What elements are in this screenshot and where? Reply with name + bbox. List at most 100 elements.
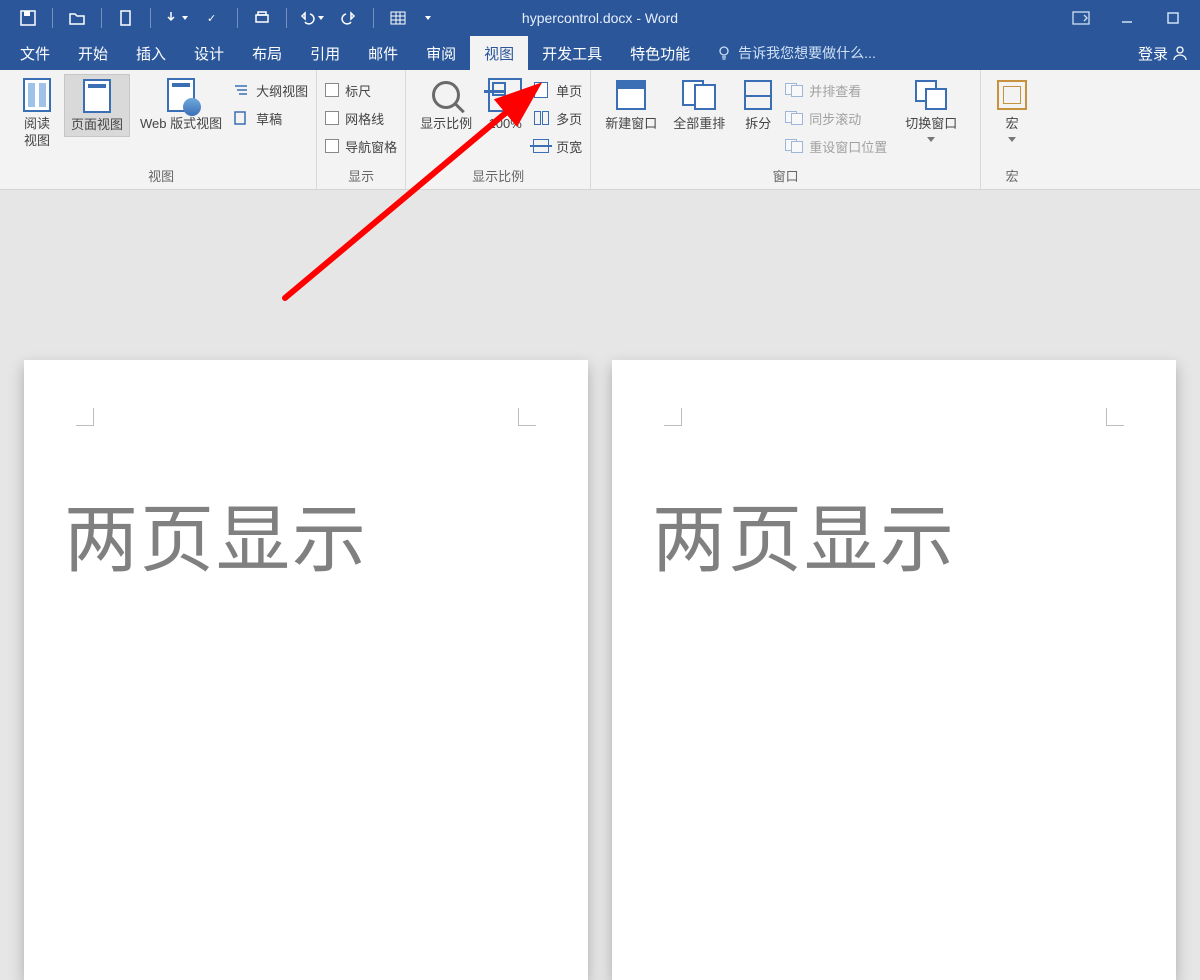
crop-mark-icon — [664, 408, 682, 426]
switch-windows-button[interactable]: 切换窗口 — [899, 74, 963, 144]
ribbon: 阅读 视图 页面视图 Web 版式视图 大纲视图 草稿 视图 标尺 网格线 导航… — [0, 70, 1200, 190]
svg-text:✓: ✓ — [207, 13, 216, 25]
gridlines-checkbox[interactable]: 网格线 — [325, 106, 397, 130]
user-icon — [1172, 45, 1188, 61]
tab-special[interactable]: 特色功能 — [616, 36, 704, 70]
insert-table-button[interactable] — [380, 0, 416, 36]
group-zoom: 显示比例 100% 单页 多页 页宽 显示比例 — [406, 70, 591, 189]
group-show: 标尺 网格线 导航窗格 显示 — [317, 70, 406, 189]
sync-scroll-button[interactable]: 同步滚动 — [785, 106, 895, 130]
page-1[interactable]: 两页显示 — [24, 360, 588, 980]
outline-icon — [232, 82, 250, 98]
arrange-all-button[interactable]: 全部重排 — [667, 74, 731, 135]
group-macros-label: 宏 — [989, 164, 1035, 189]
print-layout-button[interactable]: 页面视图 — [64, 74, 130, 137]
multi-page-icon — [532, 110, 550, 126]
web-layout-icon — [164, 76, 198, 114]
reset-window-icon — [785, 138, 803, 154]
one-page-button[interactable]: 单页 — [532, 78, 582, 102]
page-width-button[interactable]: 页宽 — [532, 134, 582, 158]
new-window-button[interactable]: 新建窗口 — [599, 74, 663, 135]
zoom-100-icon — [488, 76, 522, 114]
sync-scroll-icon — [785, 110, 803, 126]
qat-customize-button[interactable] — [418, 0, 436, 36]
undo-button[interactable] — [293, 0, 329, 36]
print-layout-icon — [80, 77, 114, 115]
group-macros: 宏 宏 — [981, 70, 1043, 189]
title-bar: ✓ hypercontrol.docx - Word — [0, 0, 1200, 36]
sign-in-label: 登录 — [1138, 43, 1168, 64]
reading-view-button[interactable]: 阅读 视图 — [14, 74, 60, 152]
dropdown-icon — [1008, 137, 1016, 142]
group-zoom-label: 显示比例 — [414, 164, 582, 189]
arrange-all-icon — [682, 76, 716, 114]
macros-button[interactable]: 宏 — [989, 74, 1035, 144]
maximize-button[interactable] — [1152, 3, 1194, 33]
crop-mark-icon — [76, 408, 94, 426]
draft-view-button[interactable]: 草稿 — [232, 106, 308, 130]
multi-page-button[interactable]: 多页 — [532, 106, 582, 130]
ribbon-tabs: 文件 开始 插入 设计 布局 引用 邮件 审阅 视图 开发工具 特色功能 告诉我… — [0, 36, 1200, 70]
page-content-text: 两页显示 — [652, 480, 1136, 587]
switch-windows-icon — [914, 76, 948, 114]
tab-view[interactable]: 视图 — [470, 36, 528, 70]
new-button[interactable] — [108, 0, 144, 36]
ruler-checkbox[interactable]: 标尺 — [325, 78, 397, 102]
crop-mark-icon — [518, 408, 536, 426]
tab-review[interactable]: 审阅 — [412, 36, 470, 70]
redo-button[interactable] — [331, 0, 367, 36]
minimize-button[interactable] — [1106, 3, 1148, 33]
checkbox-icon — [325, 139, 339, 153]
nav-pane-checkbox[interactable]: 导航窗格 — [325, 134, 397, 158]
window-controls — [1060, 0, 1194, 36]
tab-mailings[interactable]: 邮件 — [354, 36, 412, 70]
draft-icon — [232, 110, 250, 126]
tab-home[interactable]: 开始 — [64, 36, 122, 70]
reset-window-button[interactable]: 重设窗口位置 — [785, 134, 895, 158]
split-icon — [741, 76, 775, 114]
lightbulb-icon — [716, 45, 732, 61]
checkbox-icon — [325, 83, 339, 97]
one-page-icon — [532, 82, 550, 98]
new-window-icon — [614, 76, 648, 114]
tab-layout[interactable]: 布局 — [238, 36, 296, 70]
quick-print-button[interactable] — [244, 0, 280, 36]
page-width-icon — [532, 138, 550, 154]
document-area[interactable]: 两页显示 两页显示 — [0, 190, 1200, 980]
side-by-side-icon — [785, 82, 803, 98]
page-content-text: 两页显示 — [64, 480, 548, 587]
group-show-label: 显示 — [325, 164, 397, 189]
quick-access-toolbar: ✓ — [0, 0, 436, 36]
tab-references[interactable]: 引用 — [296, 36, 354, 70]
group-window-label: 窗口 — [599, 164, 972, 189]
zoom-100-button[interactable]: 100% — [482, 74, 528, 135]
group-window: 新建窗口 全部重排 拆分 并排查看 同步滚动 重设窗口位置 切换窗口 窗口 — [591, 70, 981, 189]
reading-view-icon — [20, 76, 54, 114]
window-title: hypercontrol.docx - Word — [522, 10, 678, 26]
open-button[interactable] — [59, 0, 95, 36]
spellcheck-button[interactable]: ✓ — [195, 0, 231, 36]
sign-in-button[interactable]: 登录 — [1138, 36, 1188, 70]
outline-view-button[interactable]: 大纲视图 — [232, 78, 308, 102]
group-views: 阅读 视图 页面视图 Web 版式视图 大纲视图 草稿 视图 — [6, 70, 317, 189]
touch-mode-button[interactable] — [157, 0, 193, 36]
page-2[interactable]: 两页显示 — [612, 360, 1176, 980]
dropdown-icon — [927, 137, 935, 142]
macros-icon — [995, 76, 1029, 114]
group-views-label: 视图 — [14, 164, 308, 189]
magnifier-icon — [429, 76, 463, 114]
ribbon-display-options-button[interactable] — [1060, 3, 1102, 33]
tab-insert[interactable]: 插入 — [122, 36, 180, 70]
zoom-button[interactable]: 显示比例 — [414, 74, 478, 135]
tab-developer[interactable]: 开发工具 — [528, 36, 616, 70]
side-by-side-button[interactable]: 并排查看 — [785, 78, 895, 102]
tell-me-placeholder: 告诉我您想要做什么... — [738, 43, 876, 63]
crop-mark-icon — [1106, 408, 1124, 426]
tab-design[interactable]: 设计 — [180, 36, 238, 70]
tab-file[interactable]: 文件 — [6, 36, 64, 70]
split-button[interactable]: 拆分 — [735, 74, 781, 135]
tell-me-search[interactable]: 告诉我您想要做什么... — [716, 36, 876, 70]
checkbox-icon — [325, 111, 339, 125]
save-button[interactable] — [10, 0, 46, 36]
web-layout-button[interactable]: Web 版式视图 — [134, 74, 228, 135]
